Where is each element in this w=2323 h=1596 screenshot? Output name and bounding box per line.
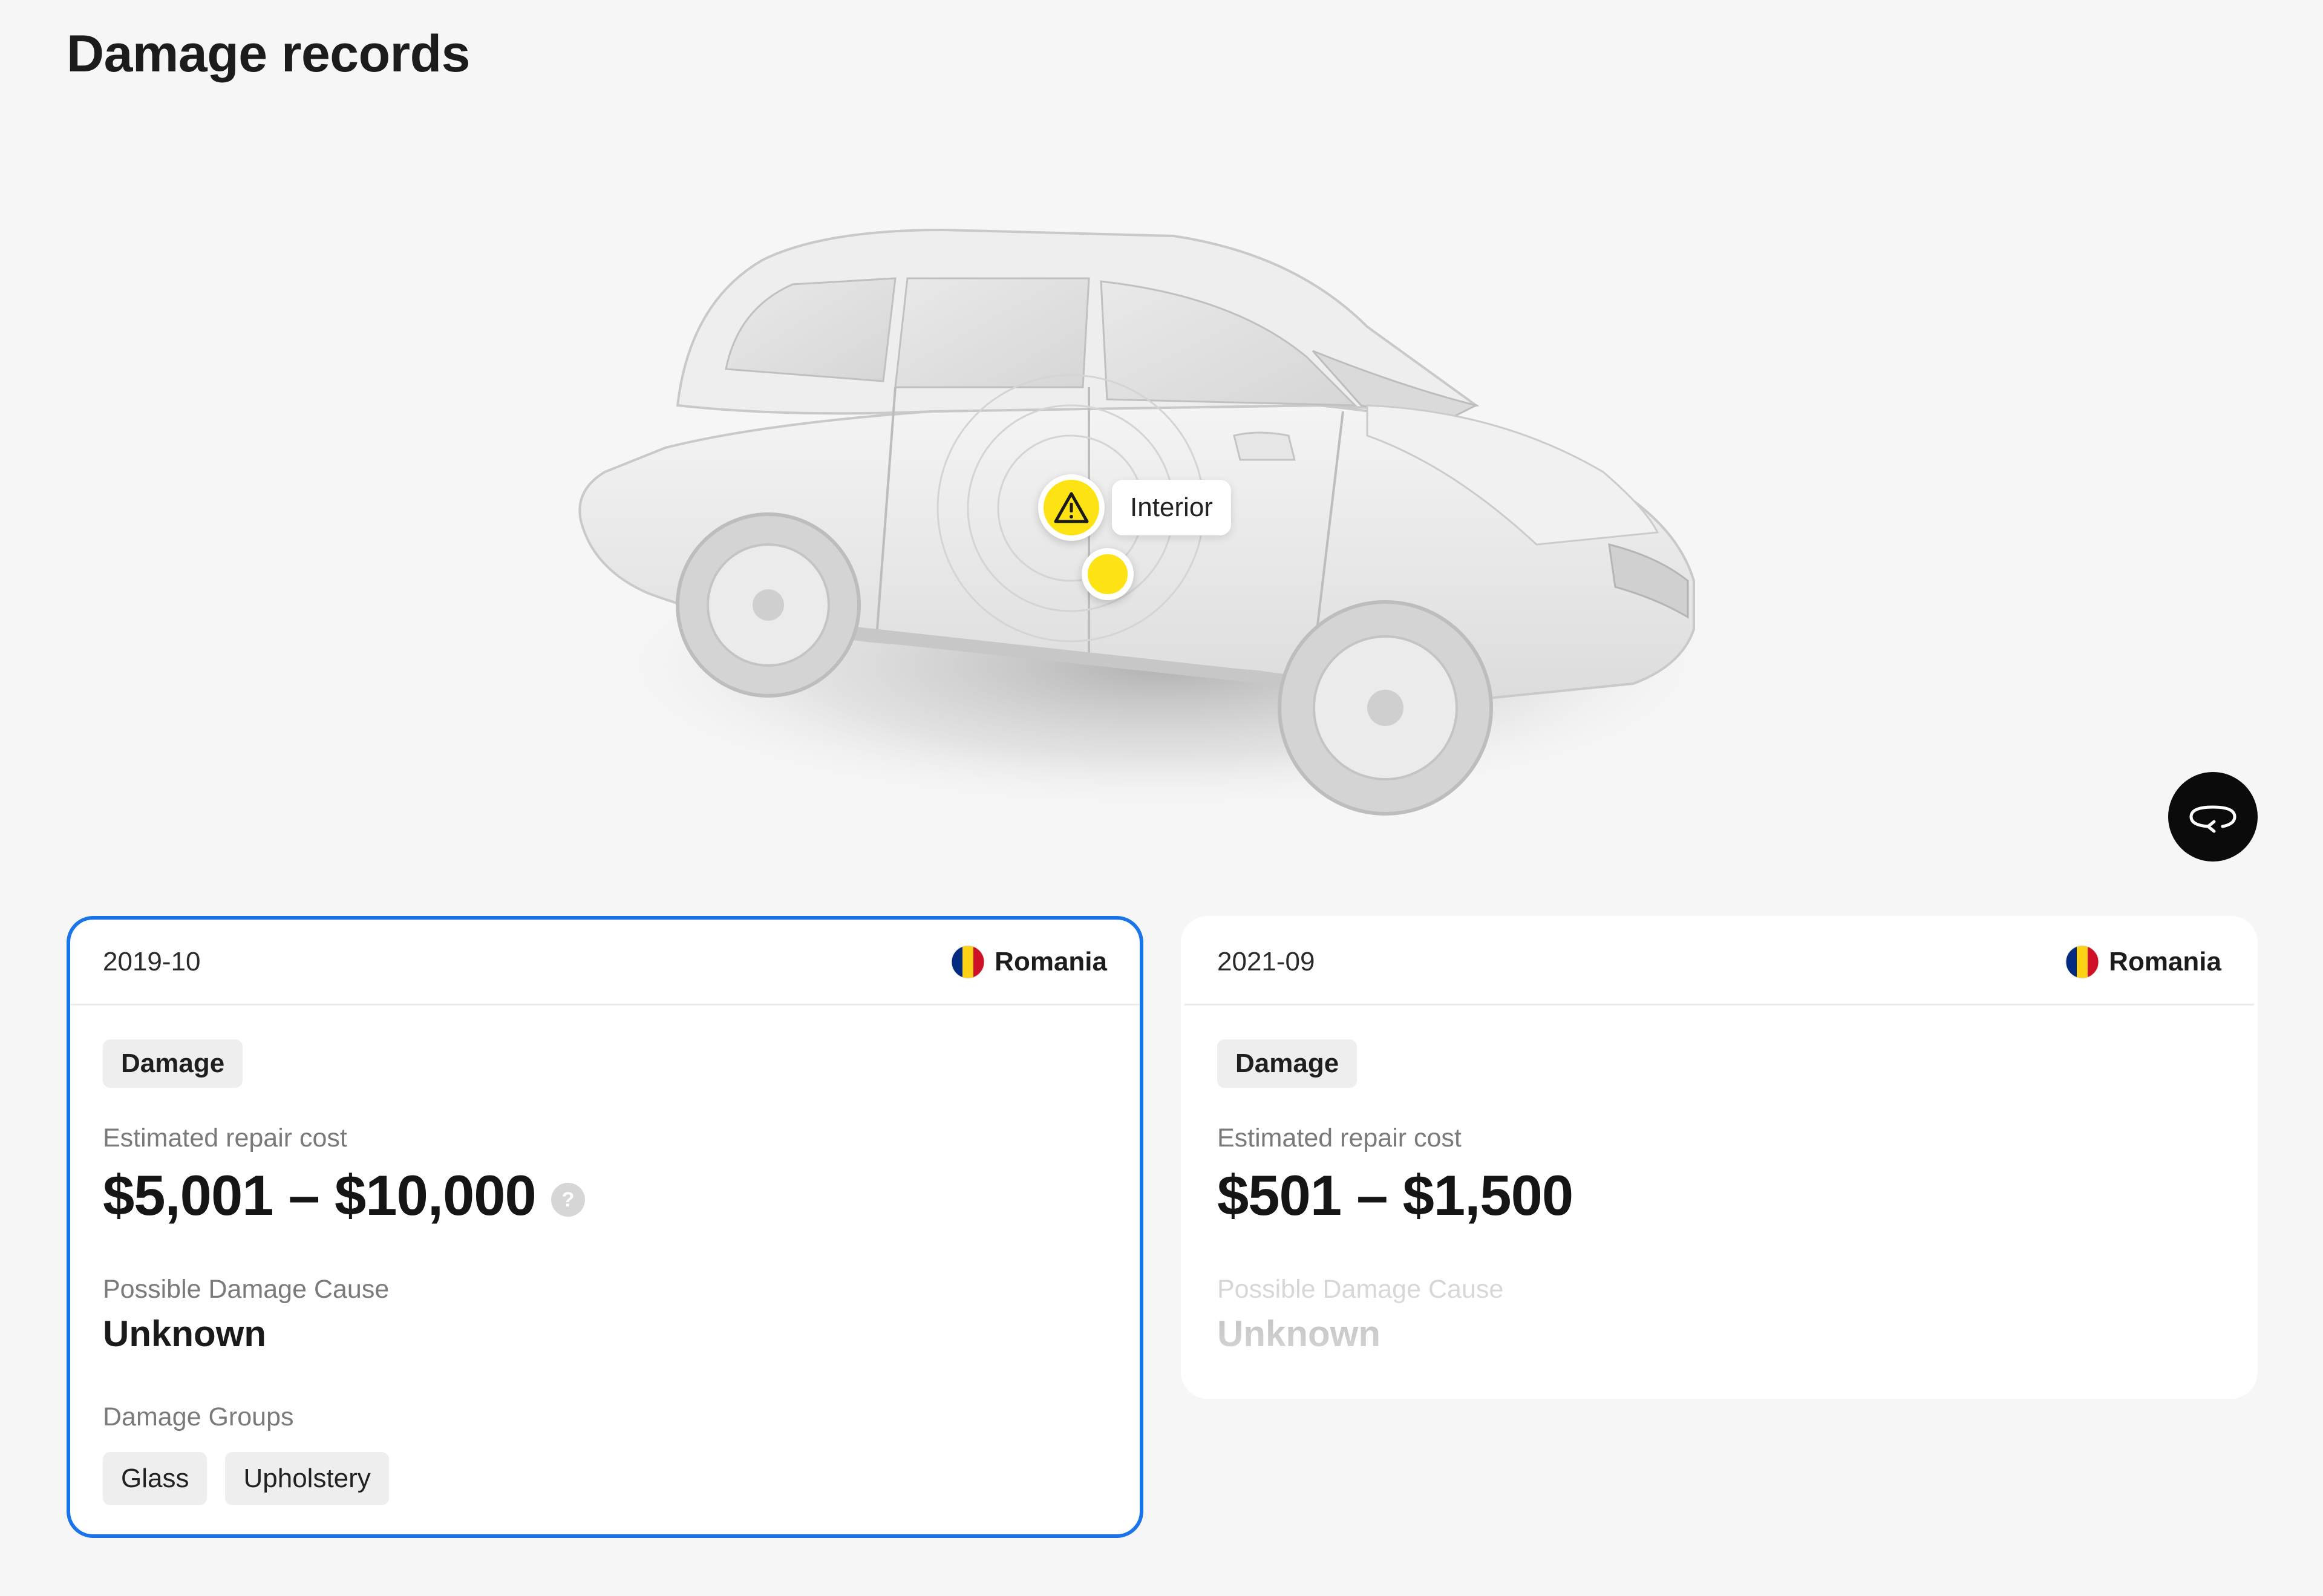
rotate-view-button[interactable] [2168,772,2258,862]
damage-group-chip: Glass [103,1451,207,1505]
cost-label: Estimated repair cost [1217,1123,1462,1153]
record-country: Romania [2065,945,2221,979]
damage-marker-interior[interactable] [1038,474,1105,541]
damage-record-card[interactable]: 2021-09 Romania Damage Estimated repair … [1181,916,2258,1399]
card-header: 2021-09 Romania [1184,920,2254,1006]
country-name: Romania [2109,946,2221,976]
svg-text:?: ? [561,1188,574,1211]
cause-value: Unknown [1217,1313,1380,1354]
page-title: Damage records [67,25,470,83]
cost-range: $5,001 – $10,000 [103,1163,537,1227]
country-name: Romania [995,946,1107,976]
damage-groups: Glass Upholstery [103,1451,1107,1505]
help-question-icon[interactable]: ? [551,1182,586,1217]
record-date: 2019-10 [103,946,201,976]
damage-group-chip: Upholstery [225,1451,389,1505]
damage-marker-dot[interactable] [1082,548,1134,600]
cause-label: Possible Damage Cause [103,1274,390,1304]
card-header: 2019-10 Romania [70,920,1140,1006]
record-type-badge: Damage [103,1039,243,1088]
cause-label: Possible Damage Cause [1217,1274,1504,1304]
cost-range: $501 – $1,500 [1217,1163,1573,1227]
damage-marker-label: Interior [1112,480,1231,535]
rotate-360-icon [2189,805,2236,833]
cost-label: Estimated repair cost [103,1123,347,1153]
romania-flag-icon [2065,945,2099,978]
car-illustration [578,228,1742,817]
groups-label: Damage Groups [103,1402,294,1431]
car-3d-view[interactable] [508,206,1791,883]
romania-flag-icon [951,945,985,978]
damage-record-card[interactable]: 2019-10 Romania Damage Estimated repair … [67,916,1143,1538]
record-country: Romania [951,945,1107,979]
record-date: 2021-09 [1217,946,1315,976]
warning-triangle-icon [1054,492,1089,523]
cause-value: Unknown [103,1313,266,1354]
record-type-badge: Damage [1217,1039,1358,1088]
